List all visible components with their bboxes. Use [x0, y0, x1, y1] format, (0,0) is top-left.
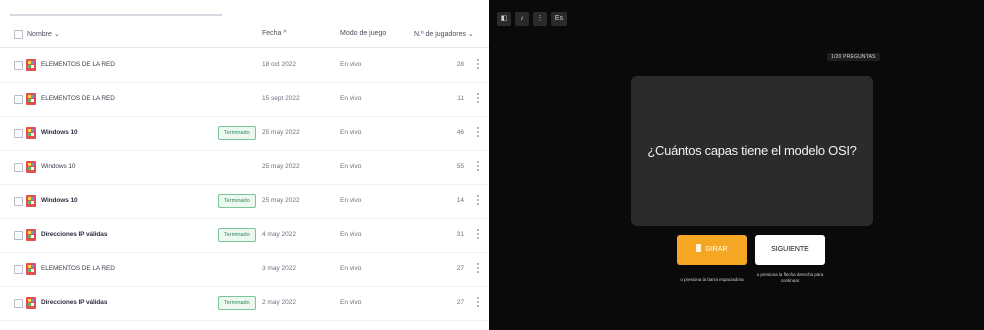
more-options-icon[interactable] — [476, 228, 480, 244]
quiz-file-icon — [26, 127, 36, 139]
fullscreen-icon[interactable]: ◧ — [497, 12, 511, 26]
report-name[interactable]: Windows 10 — [41, 129, 78, 136]
tab-underline — [10, 14, 222, 16]
quiz-file-icon — [26, 59, 36, 71]
players-count: 31 — [456, 231, 464, 238]
game-mode: En vivo — [340, 95, 362, 102]
report-name[interactable]: ELEMENTOS DE LA RED — [41, 265, 115, 272]
row-checkbox[interactable] — [14, 197, 23, 206]
more-options-icon[interactable] — [476, 296, 480, 312]
table-row[interactable]: Windows 10 Terminado 25 may 2022 En vivo 14 — [0, 185, 489, 219]
report-date: 4 may 2022 — [262, 231, 296, 238]
more-options-icon[interactable] — [476, 194, 480, 210]
row-checkbox[interactable] — [14, 163, 23, 172]
quiz-file-icon — [26, 161, 36, 173]
report-date: 18 oct 2022 — [262, 61, 296, 68]
row-checkbox[interactable] — [14, 265, 23, 274]
row-checkbox[interactable] — [14, 231, 23, 240]
quiz-screen: ◧ ♪ ⋮ Es 1/20 PREGUNTAS ¿Cuántos capas t… — [489, 0, 984, 330]
table-row[interactable]: Direcciones IP válidas Terminado 2 may 202… — [0, 287, 489, 321]
players-count: 27 — [456, 299, 464, 306]
quiz-file-icon — [26, 229, 36, 241]
report-name[interactable]: Windows 10 — [41, 163, 76, 170]
status-badge: Terminado — [218, 296, 256, 310]
report-date: 25 may 2022 — [262, 129, 300, 136]
next-button-label: SIGUIENTE — [771, 246, 809, 253]
column-name-header[interactable]: Nombre ⌄ — [27, 30, 60, 38]
players-count: 27 — [456, 265, 464, 272]
game-mode: En vivo — [340, 265, 362, 272]
game-mode: En vivo — [340, 129, 362, 136]
next-hint: o presiona la flecha derecha para contin… — [756, 272, 824, 283]
report-name[interactable]: Direcciones IP válidas — [41, 231, 107, 238]
table-row[interactable]: Direcciones IP válidas Terminado 4 may 202… — [0, 219, 489, 253]
quiz-file-icon — [26, 93, 36, 105]
table-row[interactable]: ELEMENTOS DE LA RED 3 may 2022 En vivo 27 — [0, 253, 489, 287]
column-date-header[interactable]: Fecha ^ — [262, 30, 287, 37]
report-date: 2 may 2022 — [262, 299, 296, 306]
next-button[interactable]: SIGUIENTE — [755, 235, 825, 265]
players-count: 14 — [456, 197, 464, 204]
card-icon — [696, 244, 702, 252]
table-row[interactable]: Windows 10 25 may 2022 En vivo 55 — [0, 151, 489, 185]
row-checkbox[interactable] — [14, 95, 23, 104]
players-count: 46 — [456, 129, 464, 136]
quiz-file-icon — [26, 195, 36, 207]
music-icon[interactable]: ♪ — [515, 12, 529, 26]
game-mode: En vivo — [340, 163, 362, 170]
report-name[interactable]: Direcciones IP válidas — [41, 299, 107, 306]
flip-button-label: GIRAR — [705, 246, 728, 253]
game-mode: En vivo — [340, 197, 362, 204]
question-text: ¿Cuántos capas tiene el modelo OSI? — [647, 143, 857, 158]
quiz-file-icon — [26, 297, 36, 309]
more-options-icon[interactable] — [476, 262, 480, 278]
players-count: 55 — [456, 163, 464, 170]
language-button[interactable]: Es — [551, 12, 567, 26]
column-players-header[interactable]: N.º de jugadores ⌄ — [414, 30, 474, 38]
report-name[interactable]: Windows 10 — [41, 197, 78, 204]
more-options-icon[interactable] — [476, 92, 480, 108]
settings-icon[interactable]: ⋮ — [533, 12, 547, 26]
row-checkbox[interactable] — [14, 61, 23, 70]
table-header: Nombre ⌄ Fecha ^ Modo de juego N.º de ju… — [0, 22, 489, 48]
table-row[interactable]: ELEMENTOS DE LA RED 15 sept 2022 En vivo 11 — [0, 83, 489, 117]
players-count: 11 — [457, 95, 464, 102]
question-counter: 1/20 PREGUNTAS — [827, 53, 880, 61]
report-name[interactable]: ELEMENTOS DE LA RED — [41, 61, 115, 68]
report-date: 25 may 2022 — [262, 163, 300, 170]
flip-button[interactable]: GIRAR — [677, 235, 747, 265]
table-row[interactable]: ELEMENTOS DE LA RED 18 oct 2022 En vivo 28 — [0, 49, 489, 83]
row-checkbox[interactable] — [14, 129, 23, 138]
more-options-icon[interactable] — [476, 126, 480, 142]
report-name[interactable]: ELEMENTOS DE LA RED — [41, 95, 115, 102]
game-mode: En vivo — [340, 299, 362, 306]
flip-hint: o presiona la barra espaciadora — [680, 277, 744, 282]
table-row[interactable]: Windows 10 Terminado 25 may 2022 En vivo 46 — [0, 117, 489, 151]
row-checkbox[interactable] — [14, 299, 23, 308]
status-badge: Terminado — [218, 228, 256, 242]
players-count: 28 — [456, 61, 464, 68]
report-date: 3 may 2022 — [262, 265, 296, 272]
report-date: 25 may 2022 — [262, 197, 300, 204]
status-badge: Terminado — [218, 194, 256, 208]
more-options-icon[interactable] — [476, 58, 480, 74]
game-mode: En vivo — [340, 61, 362, 68]
question-card: ¿Cuántos capas tiene el modelo OSI? — [631, 76, 873, 226]
status-badge: Terminado — [218, 126, 256, 140]
game-mode: En vivo — [340, 231, 362, 238]
select-all-checkbox[interactable] — [14, 30, 23, 39]
reports-panel: Nombre ⌄ Fecha ^ Modo de juego N.º de ju… — [0, 0, 489, 330]
more-options-icon[interactable] — [476, 160, 480, 176]
column-mode-header[interactable]: Modo de juego — [340, 30, 386, 37]
quiz-file-icon — [26, 263, 36, 275]
report-date: 15 sept 2022 — [262, 95, 300, 102]
